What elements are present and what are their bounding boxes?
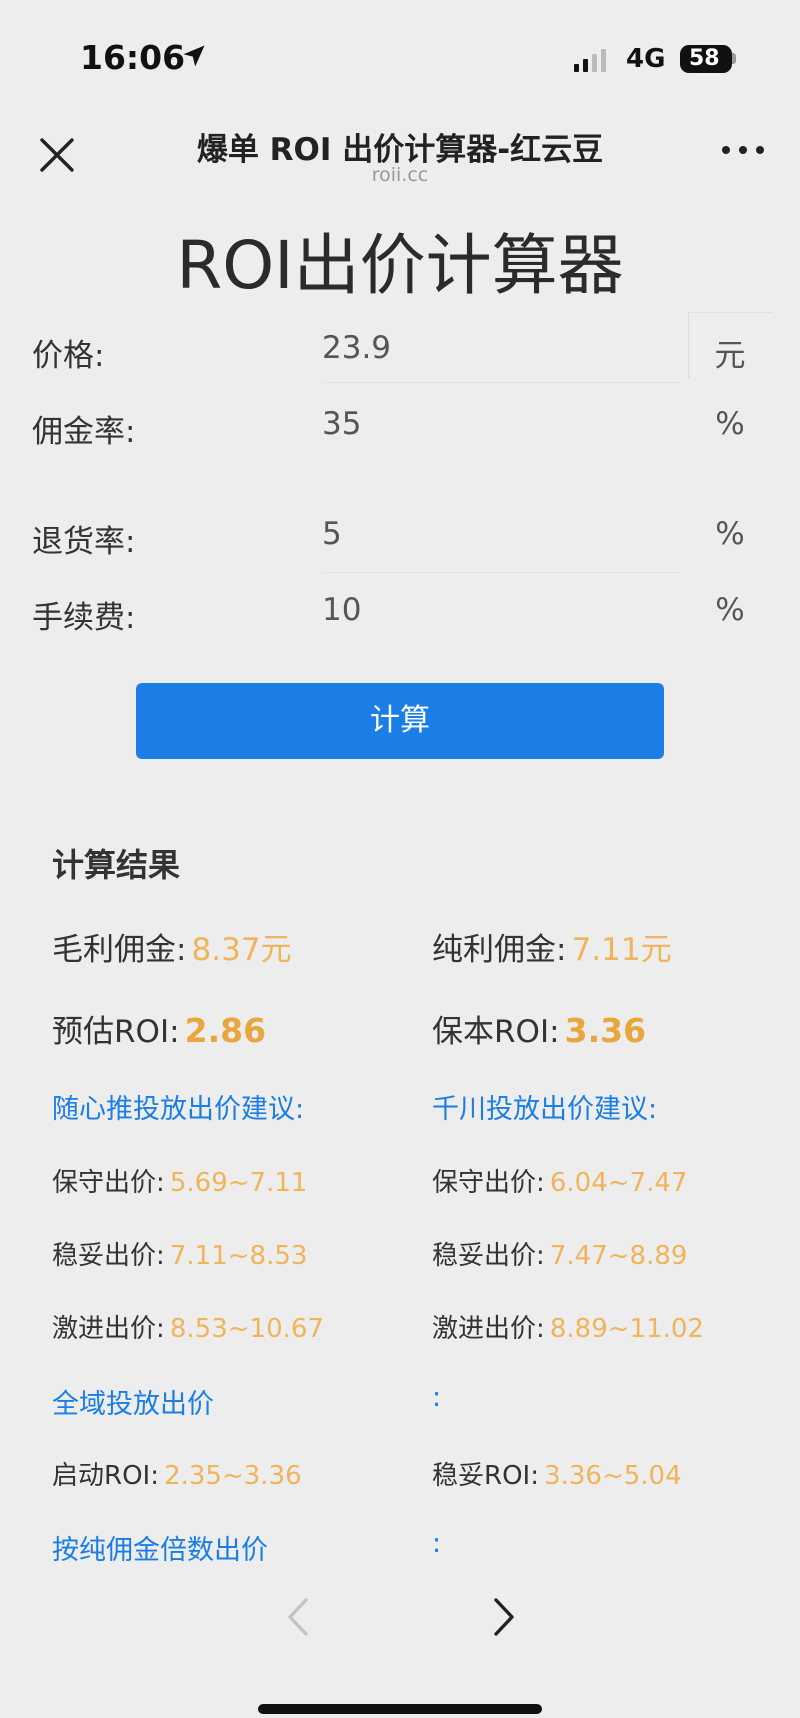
global-heading: 全域投放出价 bbox=[52, 1389, 214, 1420]
qianchuan-aggressive: 激进出价: 8.89~11.02 bbox=[432, 1308, 704, 1345]
gross-commission-value: 8.37元 bbox=[191, 932, 292, 968]
qianchuan-conservative-label: 保守出价: bbox=[432, 1168, 545, 1198]
divider bbox=[322, 382, 680, 383]
suixin-aggressive: 激进出价: 8.53~10.67 bbox=[52, 1308, 324, 1345]
fee-input[interactable] bbox=[322, 578, 672, 642]
suixin-conservative-value: 5.69~7.11 bbox=[169, 1168, 308, 1198]
suixin-conservative-label: 保守出价: bbox=[52, 1168, 165, 1198]
price-input[interactable] bbox=[322, 316, 672, 380]
net-commission-label: 纯利佣金: bbox=[432, 932, 567, 968]
qianchuan-steady-value: 7.47~8.89 bbox=[549, 1241, 688, 1271]
qianchuan-conservative-value: 6.04~7.47 bbox=[549, 1168, 688, 1198]
commission-unit: % bbox=[715, 406, 745, 442]
price-label: 价格: bbox=[32, 338, 105, 374]
suixin-steady-value: 7.11~8.53 bbox=[169, 1241, 308, 1271]
qianchuan-steady-label: 稳妥出价: bbox=[432, 1241, 545, 1271]
gross-commission-label: 毛利佣金: bbox=[52, 932, 187, 968]
qianchuan-conservative: 保守出价: 6.04~7.47 bbox=[432, 1162, 687, 1199]
calculate-button[interactable]: 计算 bbox=[136, 683, 664, 759]
global-colon: : bbox=[432, 1382, 442, 1413]
return-rate-unit: % bbox=[715, 516, 745, 552]
return-rate-label: 退货率: bbox=[32, 524, 136, 560]
qianchuan-heading: 千川投放出价建议: bbox=[432, 1094, 658, 1125]
commission-label: 佣金率: bbox=[32, 414, 136, 450]
steady-roi: 稳妥ROI: 3.36~5.04 bbox=[432, 1455, 682, 1492]
suixin-steady: 稳妥出价: 7.11~8.53 bbox=[52, 1235, 307, 1272]
nav-title: 爆单 ROI 出价计算器-红云豆 bbox=[196, 132, 604, 168]
signal-icon bbox=[574, 49, 606, 72]
results-heading: 计算结果 bbox=[52, 846, 181, 884]
suixin-heading: 随心推投放出价建议: bbox=[52, 1094, 305, 1125]
location-arrow-icon bbox=[183, 45, 205, 67]
battery-indicator: 58 bbox=[680, 45, 732, 73]
fee-unit: % bbox=[715, 592, 745, 628]
est-roi: 预估ROI: 2.86 bbox=[52, 1006, 266, 1051]
pure-multiple-heading: 按纯佣金倍数出价 bbox=[52, 1535, 268, 1566]
est-roi-label: 预估ROI: bbox=[52, 1014, 180, 1050]
net-commission-value: 7.11元 bbox=[571, 932, 672, 968]
network-type: 4G bbox=[626, 44, 666, 74]
start-roi: 启动ROI: 2.35~3.36 bbox=[52, 1455, 302, 1492]
suixin-aggressive-label: 激进出价: bbox=[52, 1314, 165, 1344]
start-roi-value: 2.35~3.36 bbox=[164, 1461, 302, 1491]
qianchuan-steady: 稳妥出价: 7.47~8.89 bbox=[432, 1235, 687, 1272]
start-roi-label: 启动ROI: bbox=[52, 1461, 159, 1491]
battery-cap bbox=[732, 53, 736, 64]
suixin-steady-label: 稳妥出价: bbox=[52, 1241, 165, 1271]
qianchuan-aggressive-value: 8.89~11.02 bbox=[549, 1314, 704, 1344]
breakeven-roi-label: 保本ROI: bbox=[432, 1014, 560, 1050]
nav-subtitle: roii.cc bbox=[371, 164, 429, 186]
est-roi-value: 2.86 bbox=[184, 1011, 267, 1050]
return-rate-input[interactable] bbox=[322, 502, 672, 566]
pure-multiple-colon: : bbox=[432, 1528, 442, 1559]
steady-roi-value: 3.36~5.04 bbox=[544, 1461, 682, 1491]
divider bbox=[322, 572, 680, 573]
chevron-right-icon[interactable] bbox=[484, 1592, 524, 1642]
net-commission: 纯利佣金: 7.11元 bbox=[432, 924, 672, 969]
more-dots-icon[interactable] bbox=[720, 140, 766, 160]
fee-label: 手续费: bbox=[32, 600, 136, 636]
gross-commission: 毛利佣金: 8.37元 bbox=[52, 924, 292, 969]
steady-roi-label: 稳妥ROI: bbox=[432, 1461, 539, 1491]
suixin-conservative: 保守出价: 5.69~7.11 bbox=[52, 1162, 307, 1199]
chevron-left-icon[interactable] bbox=[278, 1592, 318, 1642]
page-title: ROI出价计算器 bbox=[176, 227, 624, 304]
commission-input[interactable] bbox=[322, 392, 672, 456]
price-unit: 元 bbox=[714, 338, 746, 374]
breakeven-roi: 保本ROI: 3.36 bbox=[432, 1006, 646, 1051]
suixin-aggressive-value: 8.53~10.67 bbox=[169, 1314, 324, 1344]
status-time: 16:06 bbox=[80, 38, 186, 77]
qianchuan-aggressive-label: 激进出价: bbox=[432, 1314, 545, 1344]
home-indicator[interactable] bbox=[258, 1704, 542, 1714]
breakeven-roi-value: 3.36 bbox=[564, 1011, 647, 1050]
